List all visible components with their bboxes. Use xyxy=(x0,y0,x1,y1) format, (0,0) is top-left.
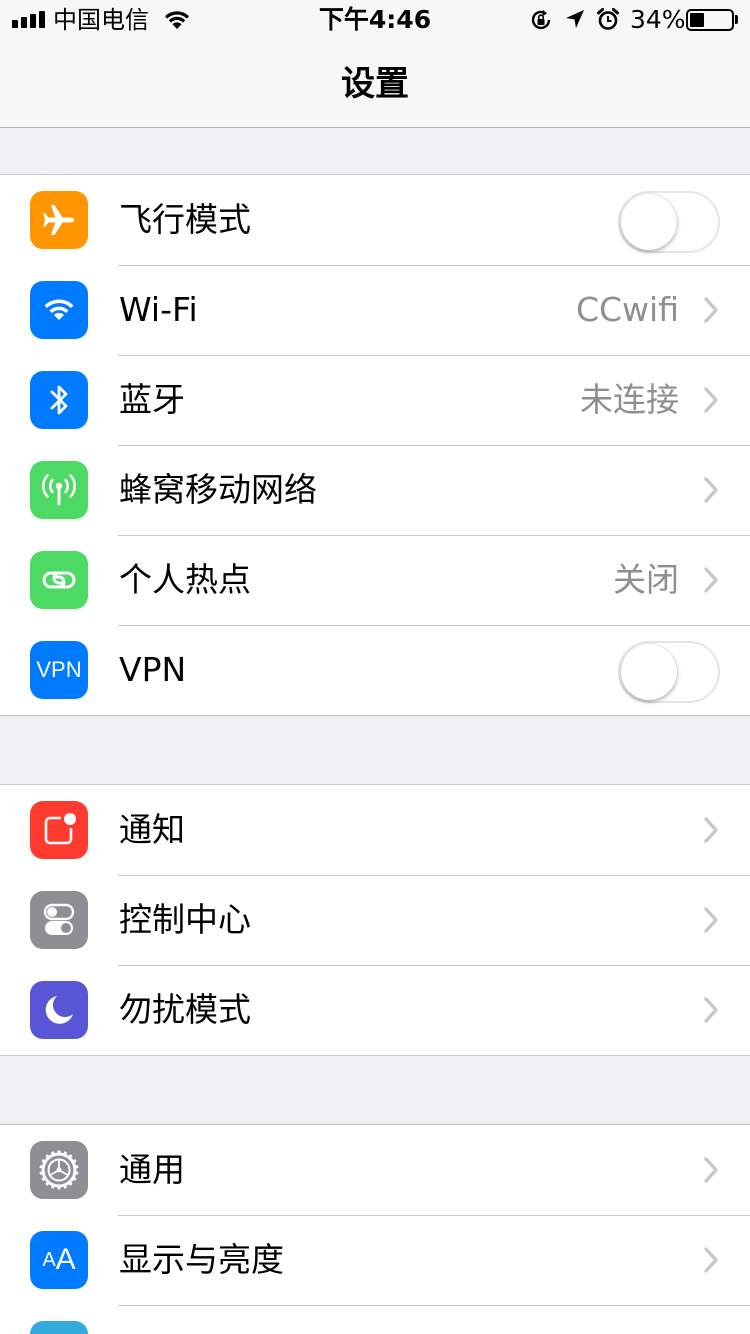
personal-hotspot-label: 个人热点 xyxy=(119,560,251,599)
vpn-toggle[interactable] xyxy=(618,641,720,703)
chevron-right-icon xyxy=(704,907,718,933)
settings-group-connectivity: 飞行模式 Wi-Fi CCwifi 蓝牙 未连接 蜂窝移动网络 个人热点 关闭 … xyxy=(0,174,750,716)
battery-icon xyxy=(686,9,734,31)
control-center-label: 控制中心 xyxy=(119,900,251,939)
personal-hotspot-value: 关闭 xyxy=(613,560,679,599)
settings-row-general[interactable]: 通用 xyxy=(0,1125,750,1215)
control-center-icon xyxy=(30,891,88,949)
settings-row-bluetooth[interactable]: 蓝牙 未连接 xyxy=(0,355,750,445)
do-not-disturb-label: 勿扰模式 xyxy=(119,990,251,1029)
chevron-right-icon xyxy=(704,1247,718,1273)
chevron-right-icon xyxy=(704,387,718,413)
settings-row-notifications[interactable]: 通知 xyxy=(0,785,750,875)
location-icon xyxy=(566,10,584,28)
status-bar: 中国电信 下午4:46 34% xyxy=(0,0,750,40)
notifications-label: 通知 xyxy=(119,810,185,849)
cellular-label: 蜂窝移动网络 xyxy=(119,470,317,509)
settings-row-airplane-mode: 飞行模式 xyxy=(0,175,750,265)
wifi-icon xyxy=(30,281,88,339)
battery-percent: 34% xyxy=(630,5,686,34)
toggle-knob xyxy=(621,194,677,250)
chevron-right-icon xyxy=(704,477,718,503)
wallpaper-icon xyxy=(30,1321,88,1334)
battery-tip xyxy=(735,15,738,24)
vpn-icon-text: VPN xyxy=(36,657,82,682)
icon-big-a: A xyxy=(55,1243,76,1276)
navigation-bar: 设置 xyxy=(0,40,750,128)
settings-row-do-not-disturb[interactable]: 勿扰模式 xyxy=(0,965,750,1055)
chevron-right-icon xyxy=(704,997,718,1023)
settings-group-general: 通用 AA 显示与亮度 xyxy=(0,1124,750,1334)
settings-row-display-brightness[interactable]: AA 显示与亮度 xyxy=(0,1215,750,1305)
wifi-network-value: CCwifi xyxy=(575,290,679,329)
settings-row-wifi[interactable]: Wi-Fi CCwifi xyxy=(0,265,750,355)
airplane-mode-toggle[interactable] xyxy=(618,191,720,253)
gear-icon xyxy=(30,1141,88,1199)
settings-group-notifications: 通知 控制中心 勿扰模式 xyxy=(0,784,750,1056)
settings-row-control-center[interactable]: 控制中心 xyxy=(0,875,750,965)
orientation-lock-icon xyxy=(531,10,551,30)
airplane-icon xyxy=(30,191,88,249)
toggle-knob xyxy=(621,644,677,700)
moon-icon xyxy=(30,981,88,1039)
settings-row-cellular[interactable]: 蜂窝移动网络 xyxy=(0,445,750,535)
chevron-right-icon xyxy=(704,817,718,843)
vpn-label: VPN xyxy=(119,650,187,689)
vpn-icon: VPN xyxy=(30,641,88,699)
page-title: 设置 xyxy=(341,64,409,104)
airplane-mode-label: 飞行模式 xyxy=(119,200,251,239)
settings-row-wallpaper[interactable] xyxy=(0,1305,750,1334)
chevron-right-icon xyxy=(704,1157,718,1183)
chevron-right-icon xyxy=(704,297,718,323)
cellular-icon xyxy=(30,461,88,519)
bluetooth-icon xyxy=(30,371,88,429)
settings-row-vpn: VPN VPN xyxy=(0,625,750,715)
settings-row-personal-hotspot[interactable]: 个人热点 关闭 xyxy=(0,535,750,625)
hotspot-icon xyxy=(30,551,88,609)
display-brightness-label: 显示与亮度 xyxy=(119,1240,284,1279)
notifications-icon xyxy=(30,801,88,859)
chevron-right-icon xyxy=(704,567,718,593)
alarm-icon xyxy=(597,8,619,30)
bluetooth-status-value: 未连接 xyxy=(580,380,679,419)
display-brightness-icon: AA xyxy=(30,1231,88,1289)
general-label: 通用 xyxy=(119,1150,185,1189)
bluetooth-label: 蓝牙 xyxy=(119,380,185,419)
wifi-label: Wi-Fi xyxy=(119,290,198,329)
icon-small-a: A xyxy=(42,1248,56,1271)
